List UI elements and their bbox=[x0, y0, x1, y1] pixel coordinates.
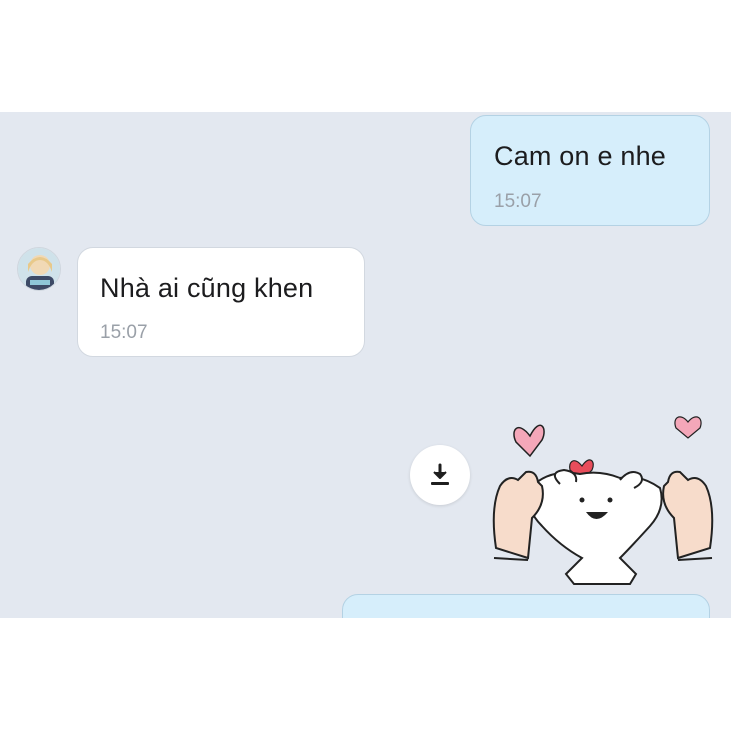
message-text: Nhà ai cũng khen bbox=[100, 273, 314, 303]
download-icon bbox=[431, 463, 449, 485]
download-button[interactable] bbox=[410, 445, 470, 505]
sticker-image[interactable] bbox=[490, 408, 716, 588]
chat-conversation-area: Cam on e nhe 15:07 Nhà ai cũng khen 15:0… bbox=[0, 112, 731, 618]
message-text: Cam on e nhe bbox=[494, 141, 667, 171]
outgoing-message-bubble-partial[interactable] bbox=[342, 594, 710, 618]
hands-holding-creature-sticker-icon bbox=[492, 416, 714, 585]
message-timestamp: 15:07 bbox=[494, 191, 542, 212]
outgoing-message-bubble[interactable]: Cam on e nhe 15:07 bbox=[470, 115, 710, 226]
message-timestamp: 15:07 bbox=[100, 322, 148, 343]
avatar-image bbox=[18, 248, 60, 290]
screenshot-frame: Cam on e nhe 15:07 Nhà ai cũng khen 15:0… bbox=[0, 0, 731, 731]
contact-avatar[interactable] bbox=[17, 247, 61, 291]
incoming-message-bubble[interactable]: Nhà ai cũng khen 15:07 bbox=[77, 247, 365, 357]
